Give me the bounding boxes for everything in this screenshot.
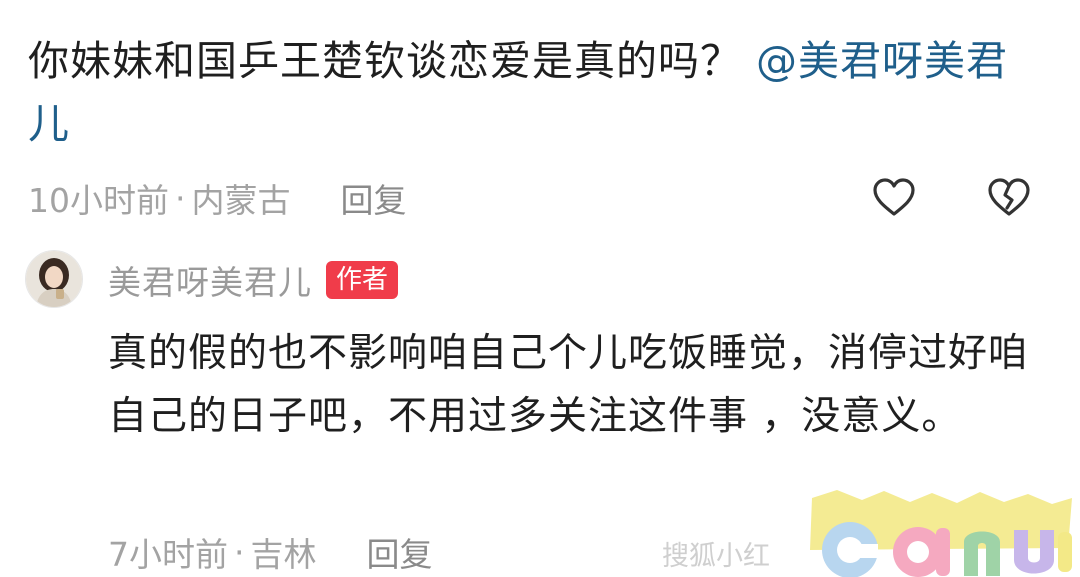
reply-meta: 7小时前 · 吉林 回复 <box>108 528 433 576</box>
comment-time: 10小时前 <box>28 181 169 220</box>
comment-body: 你妹妹和国乒王楚钦谈恋爱是真的吗？ <box>28 37 742 85</box>
meta-separator: · <box>234 532 245 572</box>
like-button[interactable] <box>870 174 918 222</box>
reply-button[interactable]: 回复 <box>341 174 407 222</box>
reply-time: 7小时前 <box>108 535 228 574</box>
author-badge: 作者 <box>326 261 399 299</box>
avatar-image <box>26 251 82 307</box>
heart-outline-icon <box>873 178 915 216</box>
avatar[interactable] <box>25 250 83 308</box>
comment-text: 你妹妹和国乒王楚钦谈恋爱是真的吗？ @美君呀美君儿 <box>28 30 1048 156</box>
meta-separator: · <box>175 178 186 218</box>
author-row: 美君呀美君儿 作者 <box>108 256 399 304</box>
reply-text: 真的假的也不影响咱自己个儿吃饭睡觉，消停过好咱自己的日子吧，不用过多关注这件事 … <box>108 331 1029 439</box>
canu-logo <box>810 490 1072 577</box>
reply-location: 吉林 <box>250 535 317 574</box>
comment-meta: 10小时前 · 内蒙古 回复 <box>28 174 407 222</box>
watermark-text: 搜狐小红 <box>662 541 770 572</box>
author-name[interactable]: 美君呀美君儿 <box>108 256 312 304</box>
reply-button[interactable]: 回复 <box>367 528 433 576</box>
broken-heart-icon <box>988 178 1030 216</box>
dislike-button[interactable] <box>985 174 1033 222</box>
comment-location: 内蒙古 <box>191 181 291 220</box>
